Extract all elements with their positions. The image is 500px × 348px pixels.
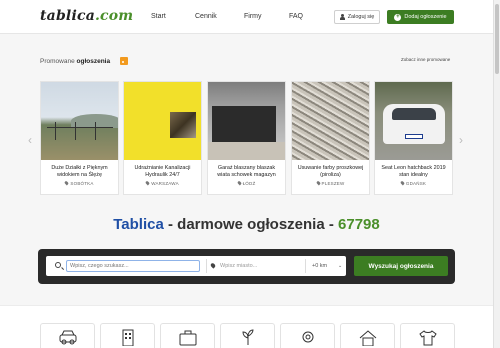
promoted-card[interactable]: Usuwanie farby proszkowej (piroliza) PLE…	[291, 81, 370, 195]
category-tile-praca[interactable]	[160, 323, 215, 348]
listing-title: Seat Leon hatchback 2019 stan idealny	[381, 165, 446, 178]
listing-title: Duże Działki z Pięknym widokiem na Ślężę	[51, 165, 108, 178]
nav-faq[interactable]: FAQ	[289, 13, 303, 20]
location-pin-icon	[236, 180, 242, 186]
listing-location-label: GDAŃSK	[405, 181, 427, 186]
add-listing-label: Dodaj ogłoszenie	[404, 14, 447, 20]
shirt-icon	[419, 330, 437, 346]
top-header: tablica.com Start Cennik Firmy FAQ Zalog…	[0, 0, 493, 34]
category-tile-elektronika[interactable]	[280, 323, 335, 348]
scrollbar-thumb[interactable]	[495, 4, 499, 74]
house-icon	[359, 330, 377, 346]
nav-cennik[interactable]: Cennik	[195, 13, 217, 20]
listing-photo	[208, 82, 285, 160]
category-tile-moda[interactable]	[400, 323, 455, 348]
listing-location-label: PLESZEW	[321, 181, 345, 186]
promoted-card[interactable]: Garaż blaszany blaszak wiata schowek mag…	[207, 81, 286, 195]
location-pin-icon	[209, 262, 217, 269]
categories-section	[0, 305, 493, 348]
chevron-down-icon[interactable]: ⌄	[338, 263, 342, 269]
user-icon	[339, 14, 345, 20]
hero-heading: Tablica - darmowe ogłoszenia - 67798	[0, 216, 493, 233]
search-button[interactable]: Wyszukaj ogłoszenia	[354, 256, 448, 276]
radius-select[interactable]: +0 km	[312, 263, 327, 269]
login-label: Zaloguj się	[347, 14, 375, 20]
nav-start[interactable]: Start	[151, 13, 166, 20]
category-tile-nieruchomosci[interactable]	[100, 323, 155, 348]
listing-location: PLESZEW	[292, 180, 369, 186]
location-pin-icon	[145, 180, 151, 186]
carousel-next-arrow[interactable]: ›	[459, 133, 463, 147]
promoted-heading-main: ogłoszenia	[76, 58, 111, 65]
search-icon	[55, 262, 61, 268]
see-more-promoted-link[interactable]: Zobacz inne promowane	[401, 57, 450, 62]
listing-photo	[375, 82, 452, 160]
location-pin-icon	[64, 180, 70, 186]
category-tile-uslugi[interactable]	[340, 323, 395, 348]
listing-title: Garaż blaszany blaszak wiata schowek mag…	[217, 165, 276, 178]
listing-location-label: WARSZAWA	[151, 181, 179, 186]
page-scrollbar[interactable]	[493, 0, 500, 348]
listing-location: SOBÓTKA	[41, 180, 118, 186]
promoted-card[interactable]: Udrażnianie Kanalizacji Hydraulik 24/7 W…	[123, 81, 202, 195]
field-divider	[206, 259, 207, 273]
listing-location-label: ŁÓDŹ	[242, 181, 256, 186]
plus-icon: +	[394, 13, 402, 21]
listing-title: Udrażnianie Kanalizacji Hydraulik 24/7	[134, 165, 191, 178]
listing-location: GDAŃSK	[375, 180, 452, 186]
listing-location: ŁÓDŹ	[208, 180, 285, 186]
category-tile-dom-ogrod[interactable]	[220, 323, 275, 348]
carousel-prev-arrow[interactable]: ‹	[28, 133, 32, 147]
promoted-card[interactable]: Duże Działki z Pięknym widokiem na Ślężę…	[40, 81, 119, 195]
listing-location-label: SOBÓTKA	[70, 181, 94, 186]
hero-brand: Tablica	[113, 216, 164, 233]
location-pin-icon	[315, 180, 321, 186]
gear-icon	[302, 331, 314, 343]
listing-location: WARSZAWA	[124, 180, 201, 186]
login-button[interactable]: Zaloguj się	[334, 10, 380, 24]
building-icon	[122, 329, 134, 346]
listing-count: 67798	[338, 216, 380, 233]
nav-firmy[interactable]: Firmy	[244, 13, 262, 20]
field-divider	[305, 259, 306, 273]
logo-text: tablica	[40, 8, 95, 24]
location-pin-icon	[399, 180, 405, 186]
listing-photo	[292, 82, 369, 160]
site-logo[interactable]: tablica.com	[40, 8, 133, 24]
listing-photo	[124, 82, 201, 160]
car-icon	[59, 330, 77, 345]
category-tile-motoryzacja[interactable]	[40, 323, 95, 348]
promoted-heading-prefix: Promowane	[40, 58, 75, 65]
search-panel: Wpisz miasto... +0 km ⌄ Wyszukaj ogłosze…	[38, 249, 455, 284]
plant-icon	[242, 329, 254, 345]
search-fields: Wpisz miasto... +0 km ⌄	[46, 256, 346, 276]
rss-icon[interactable]	[120, 57, 128, 65]
promoted-heading: Promowane ogłoszenia	[40, 58, 110, 65]
logo-suffix: .com	[94, 8, 134, 24]
listing-photo	[41, 82, 118, 160]
hero-middle: - darmowe ogłoszenia -	[163, 216, 339, 233]
search-query-input[interactable]	[66, 260, 200, 272]
location-input[interactable]: Wpisz miasto...	[220, 263, 257, 269]
promoted-card[interactable]: Seat Leon hatchback 2019 stan idealny GD…	[374, 81, 453, 195]
add-listing-button[interactable]: + Dodaj ogłoszenie	[387, 10, 454, 24]
listing-title: Usuwanie farby proszkowej (piroliza)	[297, 165, 364, 178]
briefcase-icon	[179, 330, 197, 346]
